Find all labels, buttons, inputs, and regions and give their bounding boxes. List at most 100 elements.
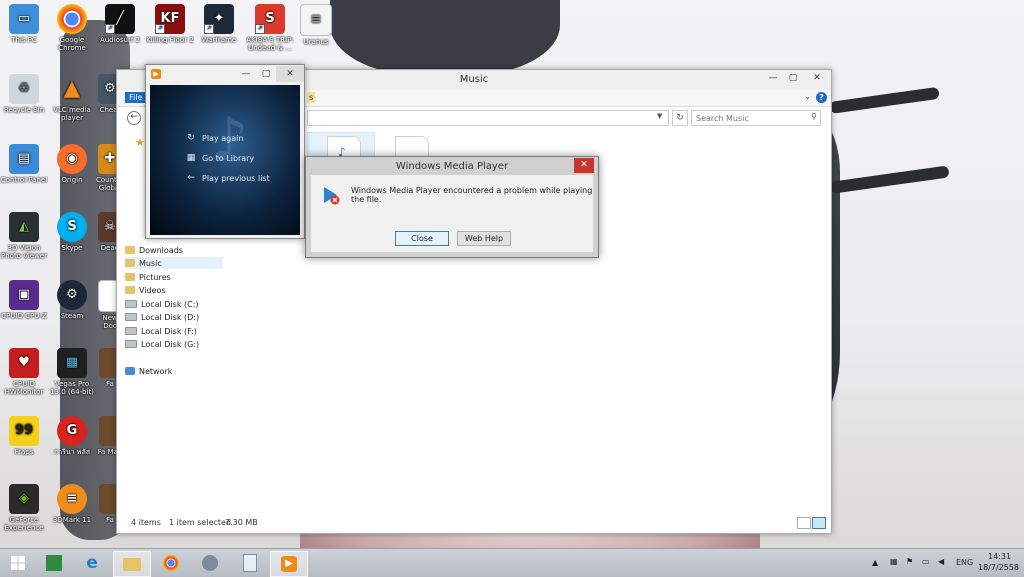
search-input[interactable] bbox=[692, 111, 808, 125]
desktop-icon-garena[interactable]: G การีนา พลัส bbox=[48, 416, 96, 456]
taskbar-ie[interactable]: e bbox=[74, 551, 110, 575]
wmp-maximize-button[interactable]: ▢ bbox=[256, 66, 276, 82]
tray-expand-icon[interactable]: ▲ bbox=[872, 558, 878, 567]
desktop-icon-steam[interactable]: ⚙ Steam bbox=[48, 280, 96, 320]
taskbar-steam[interactable] bbox=[192, 551, 228, 575]
clock-date[interactable]: 18/7/2558 bbox=[978, 563, 1019, 572]
close-button[interactable]: ✕ bbox=[803, 70, 831, 86]
go-to-library-option[interactable]: ▦ Go to Library bbox=[186, 153, 254, 163]
web-help-button[interactable]: Web Help bbox=[457, 231, 511, 246]
tray-volume-icon[interactable]: ◀ bbox=[938, 557, 944, 566]
desktop-icon-geforce[interactable]: ◈ GeForce Experience bbox=[0, 484, 48, 532]
library-icon: ▦ bbox=[186, 153, 196, 163]
cpuz-icon: ▣ bbox=[9, 280, 39, 310]
details-view-icon[interactable] bbox=[797, 517, 811, 529]
nav-item-videos[interactable]: Videos bbox=[125, 284, 166, 296]
wmp-close-button[interactable]: ✕ bbox=[276, 66, 304, 82]
desktop-icon-origin[interactable]: ◉ Origin bbox=[48, 144, 96, 184]
wmp-window: ▶ — ▢ ✕ ♪ ↻ Play again ▦ Go to Library ←… bbox=[145, 64, 305, 239]
clock-time[interactable]: 14:31 bbox=[988, 552, 1011, 561]
folder-icon bbox=[123, 557, 141, 571]
desktop-icon-vlc[interactable]: ▲ VLC media player bbox=[48, 74, 96, 123]
drive-icon bbox=[125, 300, 137, 308]
text-file-icon: ≡ bbox=[300, 4, 332, 36]
selection-size: 7.30 MB bbox=[225, 518, 258, 527]
play-previous-list-option[interactable]: ← Play previous list bbox=[186, 173, 270, 183]
desktop-icon-3dmark[interactable]: ≡ 3DMark 11 bbox=[48, 484, 96, 524]
address-bar[interactable] bbox=[307, 110, 669, 126]
back-arrow-icon[interactable]: ← bbox=[127, 111, 141, 125]
nav-item-disk-f[interactable]: Local Disk (F:) bbox=[125, 325, 197, 337]
language-indicator[interactable]: ENG bbox=[956, 558, 973, 567]
wmp-app-icon: ▶ bbox=[151, 69, 161, 79]
refresh-icon[interactable]: ↻ bbox=[672, 110, 688, 126]
close-button[interactable]: Close bbox=[395, 231, 449, 246]
back-arrow-icon: ← bbox=[187, 173, 195, 183]
fraps-icon: 99 bbox=[9, 416, 39, 446]
taskbar-store[interactable] bbox=[36, 551, 72, 575]
taskbar-wmp[interactable]: ▶ bbox=[270, 551, 308, 577]
tray-monitor-icon[interactable]: ▭ bbox=[922, 557, 930, 566]
hwmonitor-icon: ♥ bbox=[9, 348, 39, 378]
killing-floor-icon: KF ↗ bbox=[155, 4, 185, 34]
wmp-minimize-button[interactable]: — bbox=[236, 66, 256, 82]
desktop-icon-akiba[interactable]: S ↗ AKIBA'S TRIP: Undead & ... bbox=[246, 4, 294, 52]
tray-flag-icon[interactable]: ⚑ bbox=[906, 557, 913, 566]
desktop-icon-hwmonitor[interactable]: ♥ CPUID HWMonitor bbox=[0, 348, 48, 396]
large-icons-view-icon[interactable] bbox=[812, 517, 826, 529]
audiosurf-icon: ╱ ↗ bbox=[105, 4, 135, 34]
desktop-icon-chrome[interactable]: Google Chrome bbox=[48, 4, 96, 52]
folder-icon bbox=[125, 273, 135, 281]
desktop-icon-audiosurf[interactable]: ╱ ↗ Audiosurf 2 bbox=[96, 4, 144, 44]
dialog-title: Windows Media Player bbox=[395, 161, 509, 172]
desktop-icon-cpuz[interactable]: ▣ CPUID CPU-Z bbox=[0, 280, 48, 320]
nav-item-music[interactable]: Music bbox=[125, 257, 223, 269]
desktop-icon-killing-floor[interactable]: KF ↗ Killing Floor 2 bbox=[146, 4, 194, 44]
ribbon-tab-fragment[interactable]: s bbox=[307, 92, 316, 103]
nav-item-disk-c[interactable]: Local Disk (C:) bbox=[125, 298, 199, 310]
nav-item-pictures[interactable]: Pictures bbox=[125, 271, 171, 283]
nav-item-network[interactable]: Network bbox=[125, 365, 172, 377]
minimize-button[interactable]: — bbox=[763, 70, 783, 86]
internet-explorer-icon: e bbox=[86, 553, 98, 573]
desktop-icon-warframe[interactable]: ✦ ↗ Warframe bbox=[195, 4, 243, 44]
taskbar-notepad[interactable] bbox=[232, 551, 268, 575]
dialog-body: Windows Media Player encountered a probl… bbox=[311, 175, 593, 252]
taskbar-file-explorer[interactable] bbox=[113, 551, 151, 577]
desktop-icon-3d-vision[interactable]: ◭ 3D Vision Photo Viewer bbox=[0, 212, 48, 260]
desktop-icon-vegas[interactable]: ▦ Vegas Pro 13.0 (64-bit) bbox=[48, 348, 96, 396]
akiba-trip-icon: S ↗ bbox=[255, 4, 285, 34]
windows-logo-icon bbox=[11, 556, 25, 570]
wmp-titlebar[interactable]: ▶ — ▢ ✕ bbox=[146, 65, 304, 83]
maximize-button[interactable]: ▢ bbox=[783, 70, 803, 86]
desktop-icon-fraps[interactable]: 99 Fraps bbox=[0, 416, 48, 456]
chevron-down-icon[interactable]: ⌄ bbox=[804, 92, 811, 101]
address-dropdown-icon[interactable]: ▼ bbox=[657, 112, 662, 120]
dialog-close-icon[interactable]: ✕ bbox=[574, 158, 594, 173]
desktop-icon-recycle-bin[interactable]: ♻ Recycle Bin bbox=[0, 74, 48, 114]
nav-item-disk-d[interactable]: Local Disk (D:) bbox=[125, 311, 199, 323]
search-box[interactable]: ⚲ bbox=[691, 110, 821, 126]
folder-icon bbox=[125, 259, 135, 267]
tray-network-icon[interactable]: ▦ bbox=[890, 557, 898, 566]
error-dialog: Windows Media Player ✕ Windows Media Pla… bbox=[305, 156, 599, 258]
nav-item-downloads[interactable]: Downloads bbox=[125, 244, 183, 256]
skype-icon: S bbox=[57, 212, 87, 242]
desktop-icon-control-panel[interactable]: ▤ Control Panel bbox=[0, 144, 48, 184]
desktop-icon-skype[interactable]: S Skype bbox=[48, 212, 96, 252]
nav-item-disk-g[interactable]: Local Disk (G:) bbox=[125, 338, 199, 350]
help-icon[interactable]: ? bbox=[816, 92, 827, 103]
ribbon-tab-file[interactable]: File bbox=[125, 92, 147, 103]
item-count: 4 items bbox=[131, 518, 161, 527]
monitor-icon: ▭ bbox=[9, 4, 39, 34]
media-error-icon bbox=[324, 187, 340, 205]
start-button[interactable] bbox=[0, 551, 36, 575]
search-icon[interactable]: ⚲ bbox=[811, 112, 817, 121]
play-again-option[interactable]: ↻ Play again bbox=[186, 133, 243, 143]
desktop-icon-this-pc[interactable]: ▭ This PC bbox=[0, 4, 48, 44]
dialog-titlebar[interactable]: Windows Media Player ✕ bbox=[306, 157, 598, 175]
desktop-icon-uranus[interactable]: ≡ Uranus bbox=[292, 4, 340, 46]
control-panel-icon: ▤ bbox=[9, 144, 39, 174]
taskbar-chrome[interactable] bbox=[153, 551, 189, 575]
recycle-bin-icon: ♻ bbox=[9, 74, 39, 104]
